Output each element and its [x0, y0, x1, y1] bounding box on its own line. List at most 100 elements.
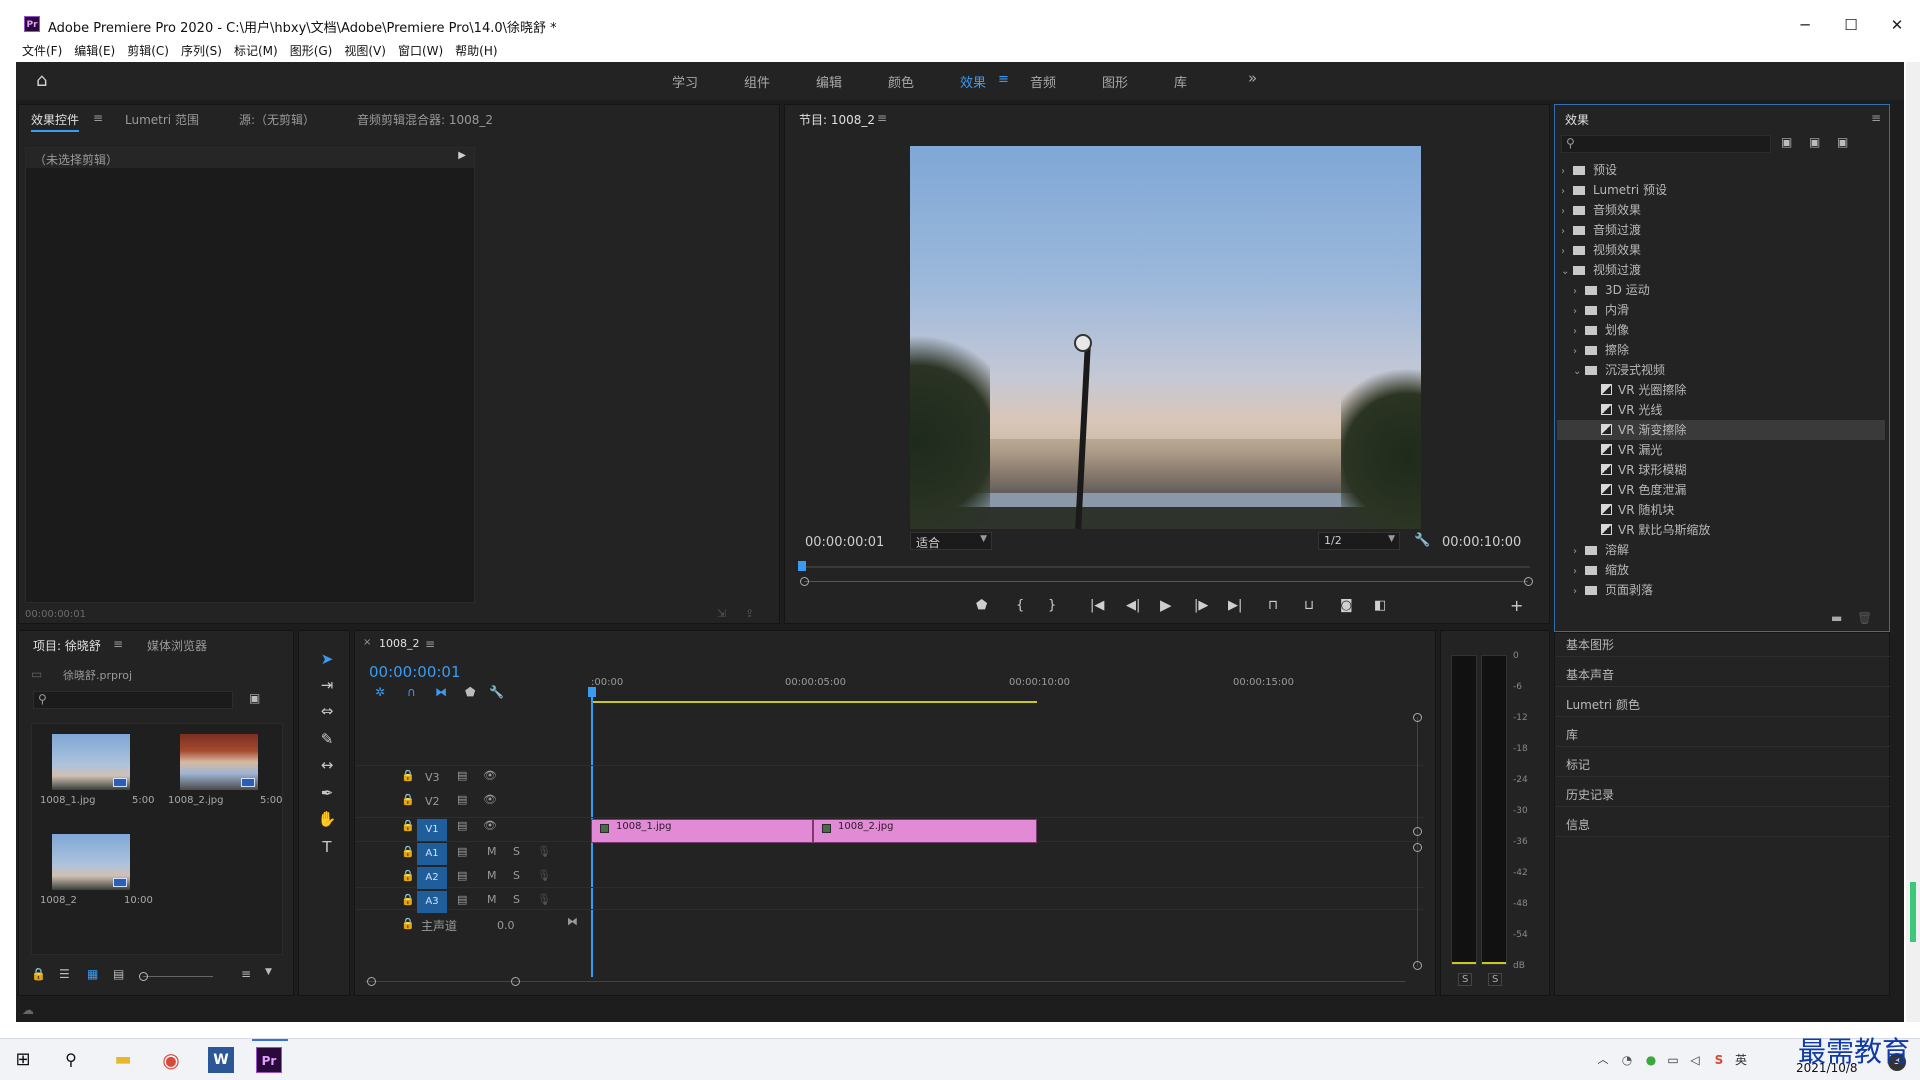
chevron-down-icon[interactable]: ▼ — [265, 967, 272, 977]
effects-folder[interactable]: ⌄ 视频过渡 — [1557, 260, 1885, 280]
go-to-next-edit-icon[interactable]: ⧓ — [567, 915, 578, 928]
workspace-menu-icon[interactable]: ≡ — [998, 72, 1009, 87]
icon-view-icon[interactable]: ▦ — [87, 967, 98, 981]
horizontal-scrollbar[interactable] — [365, 981, 1405, 982]
program-playhead[interactable] — [798, 561, 806, 571]
track-label-a3[interactable]: A3 — [417, 891, 447, 913]
panel-essential-graphics[interactable]: 基本图形 — [1566, 636, 1614, 653]
chevron-right-icon[interactable]: › — [1573, 562, 1585, 582]
chevron-right-icon[interactable]: › — [1561, 182, 1573, 202]
eye-icon[interactable]: 👁 — [483, 819, 497, 832]
chevron-right-icon[interactable]: › — [1561, 162, 1573, 182]
effects-folder[interactable]: › 缩放 — [1557, 560, 1885, 580]
track-label-v1[interactable]: V1 — [417, 819, 447, 841]
go-to-in-icon[interactable]: |◀ — [1090, 598, 1104, 613]
extract-icon[interactable]: ⊔ — [1304, 598, 1314, 613]
menu-graphics[interactable]: 图形(G) — [284, 40, 339, 62]
slip-tool-icon[interactable]: ↔ — [315, 754, 339, 776]
track-label-v3[interactable]: V3 — [425, 771, 440, 784]
scroll-handle-left[interactable] — [367, 977, 376, 986]
workspace-more-icon[interactable]: » — [1248, 69, 1257, 87]
step-back-icon[interactable]: ◀| — [1126, 598, 1140, 613]
mark-out-icon[interactable]: } — [1048, 598, 1056, 613]
program-mini-ruler[interactable] — [800, 566, 1530, 568]
word-icon[interactable]: W — [208, 1047, 234, 1073]
tab-sequence[interactable]: 1008_2 — [379, 637, 420, 650]
track-lock-icon[interactable]: 🔒 — [401, 917, 415, 930]
effects-folder[interactable]: › 内滑 — [1557, 300, 1885, 320]
program-timecode[interactable]: 00:00:00:01 — [805, 535, 884, 550]
vscroll-handle-mid2[interactable] — [1413, 843, 1422, 852]
premiere-taskbar-icon[interactable]: Pr — [256, 1047, 282, 1073]
chevron-down-icon[interactable]: ⌄ — [1561, 262, 1573, 282]
effects-item[interactable]: VR 默比乌斯缩放 — [1557, 520, 1885, 540]
mute-button[interactable]: M — [487, 893, 497, 906]
selection-tool-icon[interactable]: ➤ — [315, 648, 339, 670]
thumbnail-sequence-1008_2[interactable] — [52, 834, 130, 890]
hand-tool-icon[interactable]: ✋ — [315, 808, 339, 830]
ripple-edit-tool-icon[interactable]: ⇔ — [315, 700, 339, 722]
menu-view[interactable]: 视图(V) — [338, 40, 392, 62]
solo-button[interactable]: S — [513, 845, 520, 858]
chevron-up-icon[interactable]: ︿ — [1590, 1047, 1616, 1073]
export-icon[interactable]: ⇲ — [717, 607, 726, 620]
zoom-handle-left[interactable] — [800, 577, 809, 586]
step-forward-icon[interactable]: |▶ — [1194, 598, 1208, 613]
track-label-a1[interactable]: A1 — [417, 843, 447, 865]
chevron-right-icon[interactable]: › — [1561, 202, 1573, 222]
playhead-handle[interactable] — [588, 687, 596, 697]
track-lock-icon[interactable]: 🔒 — [401, 893, 415, 906]
eye-icon[interactable]: 👁 — [483, 793, 497, 806]
nest-sequence-icon[interactable]: ✲ — [375, 685, 385, 699]
thumbnail-1008_1[interactable] — [52, 734, 130, 790]
freeform-view-icon[interactable]: ▤ — [113, 967, 124, 981]
panel-libraries[interactable]: 库 — [1566, 726, 1578, 743]
lift-icon[interactable]: ⊓ — [1268, 598, 1278, 613]
menu-help[interactable]: 帮助(H) — [449, 40, 503, 62]
panel-markers[interactable]: 标记 — [1566, 756, 1590, 773]
chevron-down-icon[interactable]: ⌄ — [1573, 362, 1585, 382]
project-menu-icon[interactable]: ≡ — [113, 637, 123, 651]
timeline-settings-icon[interactable]: 🔧 — [489, 685, 504, 699]
effects-item[interactable]: VR 随机块 — [1557, 500, 1885, 520]
32bit-effects-icon[interactable]: ▣ — [1809, 135, 1820, 149]
tab-audio-clip-mixer[interactable]: 音频剪辑混合器: 1008_2 — [357, 111, 493, 128]
sort-icon[interactable]: ≡ — [241, 967, 251, 981]
effects-folder[interactable]: › 预设 — [1557, 160, 1885, 180]
close-tab-icon[interactable]: × — [363, 637, 371, 648]
menu-sequence[interactable]: 序列(S) — [175, 40, 228, 62]
type-tool-icon[interactable]: T — [315, 836, 339, 858]
workspace-effects[interactable]: 效果 — [960, 72, 986, 91]
panel-essential-sound[interactable]: 基本声音 — [1566, 666, 1614, 683]
workspace-assembly[interactable]: 组件 — [744, 72, 770, 91]
workspace-editing[interactable]: 编辑 — [816, 72, 842, 91]
effects-folder[interactable]: › 页面剥落 — [1557, 580, 1885, 600]
chevron-right-icon[interactable]: › — [1561, 242, 1573, 262]
thumbnail-1008_2[interactable] — [180, 734, 258, 790]
track-lock-icon[interactable]: 🔒 — [401, 769, 415, 782]
mute-button[interactable]: M — [487, 845, 497, 858]
effects-folder[interactable]: › 溶解 — [1557, 540, 1885, 560]
maximize-button[interactable]: ☐ — [1828, 12, 1874, 38]
microphone-icon[interactable]: 🎙 — [537, 893, 551, 906]
tab-media-browser[interactable]: 媒体浏览器 — [147, 637, 207, 654]
effects-item[interactable]: VR 光线 — [1557, 400, 1885, 420]
solo-button[interactable]: S — [513, 893, 520, 906]
export-frame-camera-icon[interactable]: ◙ — [1340, 598, 1353, 613]
workspace-audio[interactable]: 音频 — [1030, 72, 1056, 91]
file-explorer-icon[interactable]: ▬ — [110, 1047, 136, 1073]
volume-icon[interactable]: ◁ — [1682, 1047, 1708, 1073]
mute-button[interactable]: M — [487, 869, 497, 882]
go-to-out-icon[interactable]: ▶| — [1228, 598, 1242, 613]
track-lock-icon[interactable]: 🔒 — [401, 793, 415, 806]
search-icon[interactable]: ⚲ — [58, 1047, 84, 1073]
effects-search-input[interactable]: ⚲ — [1561, 135, 1771, 153]
eye-icon[interactable]: 👁 — [483, 769, 497, 782]
sync-lock-icon[interactable]: ▤ — [457, 893, 467, 906]
close-button[interactable]: ✕ — [1874, 12, 1920, 38]
track-select-tool-icon[interactable]: ⇥ — [315, 674, 339, 696]
track-label-a2[interactable]: A2 — [417, 867, 447, 889]
menu-marker[interactable]: 标记(M) — [228, 40, 284, 62]
sync-lock-icon[interactable]: ▤ — [457, 869, 467, 882]
play-button[interactable]: ▶ — [1160, 596, 1172, 614]
